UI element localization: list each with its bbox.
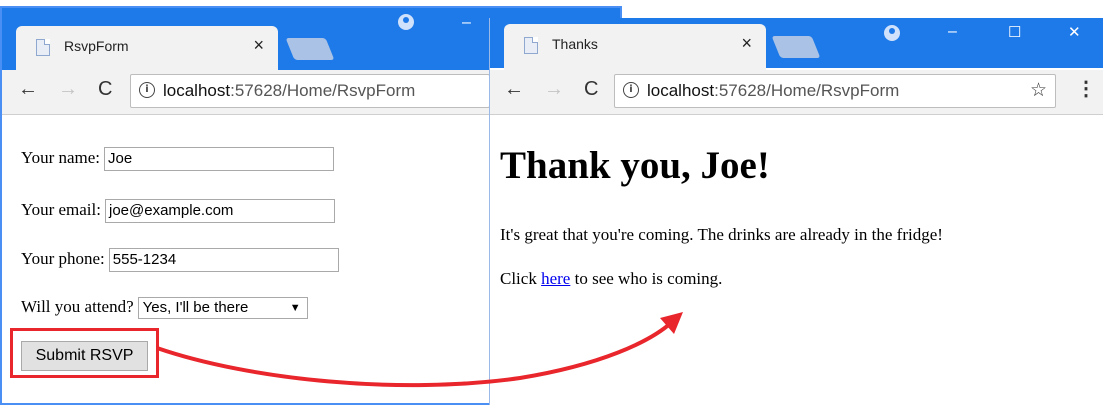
address-bar[interactable]: i localhost:57628/Home/RsvpForm xyxy=(130,74,490,108)
menu-icon[interactable]: ⋮ xyxy=(1076,76,1096,101)
minimize-button[interactable]: – xyxy=(948,23,957,41)
close-button[interactable]: ✕ xyxy=(1068,23,1081,41)
url-text: localhost:57628/Home/RsvpForm xyxy=(163,81,416,100)
maximize-button[interactable]: ☐ xyxy=(1008,23,1021,41)
back-arrow-icon[interactable]: ← xyxy=(504,78,524,101)
minimize-button[interactable]: – xyxy=(462,14,471,32)
attend-row: Will you attend? Yes, I'll be there ▼ xyxy=(21,297,308,320)
tab-rsvpform[interactable]: RsvpForm × xyxy=(16,26,278,72)
thanks-heading: Thank you, Joe! xyxy=(500,144,770,187)
info-icon[interactable]: i xyxy=(139,82,155,98)
title-bar: Thanks × – ☐ ✕ xyxy=(490,18,1103,70)
attend-label: Will you attend? xyxy=(21,297,134,316)
tab-close-icon[interactable]: × xyxy=(253,35,264,56)
bookmark-star-icon[interactable]: ☆ xyxy=(1030,79,1047,102)
phone-input[interactable]: 555-1234 xyxy=(108,248,339,272)
address-bar[interactable]: i localhost:57628/Home/RsvpForm ☆ xyxy=(614,74,1056,108)
phone-row: Your phone: 555-1234 xyxy=(21,248,339,272)
email-label: Your email: xyxy=(21,199,101,219)
account-icon[interactable] xyxy=(398,14,414,30)
dropdown-arrow-icon: ▼ xyxy=(289,302,301,315)
confirmation-message: It's great that you're coming. The drink… xyxy=(500,225,943,244)
name-row: Your name: Joe xyxy=(21,147,335,171)
tab-title: Thanks xyxy=(552,36,598,52)
new-tab-button[interactable] xyxy=(285,38,335,60)
submit-rsvp-button[interactable]: Submit RSVP xyxy=(21,341,148,371)
forward-arrow-icon[interactable]: → xyxy=(58,78,78,101)
tab-close-icon[interactable]: × xyxy=(741,33,752,54)
info-icon[interactable]: i xyxy=(623,82,639,98)
reload-icon[interactable]: C xyxy=(584,78,598,101)
email-input[interactable]: joe@example.com xyxy=(104,199,335,223)
attend-select[interactable]: Yes, I'll be there ▼ xyxy=(137,297,308,320)
here-link[interactable]: here xyxy=(541,269,570,288)
thanks-content: Thank you, Joe! It's great that you're c… xyxy=(490,115,1103,405)
page-icon xyxy=(36,39,50,56)
phone-label: Your phone: xyxy=(21,248,105,268)
see-attendees-paragraph: Click here to see who is coming. xyxy=(500,269,723,288)
name-label: Your name: xyxy=(21,147,101,167)
toolbar: ← → C i localhost:57628/Home/RsvpForm ☆ … xyxy=(490,70,1103,115)
account-icon[interactable] xyxy=(884,25,900,41)
back-arrow-icon[interactable]: ← xyxy=(18,78,38,101)
reload-icon[interactable]: C xyxy=(98,78,112,101)
name-input[interactable]: Joe xyxy=(104,147,335,171)
tab-thanks[interactable]: Thanks × xyxy=(504,24,766,70)
url-text: localhost:57628/Home/RsvpForm xyxy=(647,81,900,100)
thanks-window: Thanks × – ☐ ✕ ← → C i localhost:57628/H… xyxy=(489,18,1103,405)
email-row: Your email: joe@example.com xyxy=(21,199,335,223)
forward-arrow-icon[interactable]: → xyxy=(544,78,564,101)
tab-title: RsvpForm xyxy=(64,38,129,54)
new-tab-button[interactable] xyxy=(771,36,821,58)
page-icon xyxy=(524,37,538,54)
